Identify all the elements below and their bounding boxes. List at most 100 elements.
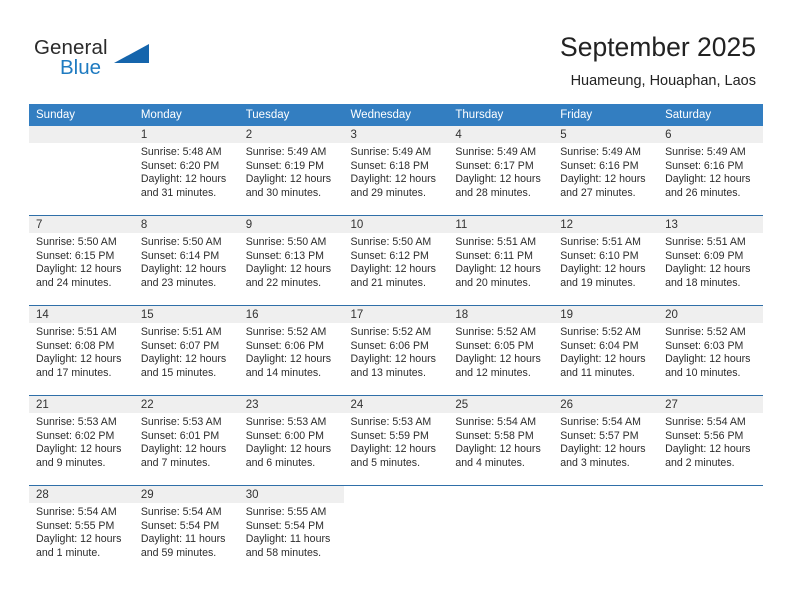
calendar-day-cell[interactable] — [29, 126, 134, 216]
sunrise-text: Sunrise: 5:50 AM — [140, 236, 222, 248]
calendar-grid: Sunday Monday Tuesday Wednesday Thursday… — [29, 104, 763, 575]
sunset-text: Sunset: 5:59 PM — [350, 429, 429, 442]
daylight-text-line1: Daylight: 12 hours — [36, 263, 122, 276]
calendar-day-cell[interactable]: 29 Sunrise: 5:54 AM Sunset: 5:54 PM Dayligh… — [133, 485, 239, 575]
sunset-text: Sunset: 6:03 PM — [665, 339, 744, 352]
daylight-text-line1: Daylight: 12 hours — [455, 173, 541, 186]
calendar-day-cell[interactable]: 23 Sunrise: 5:53 AM Sunset: 6:00 PM Dayligh… — [238, 395, 344, 486]
day-number: 23 — [238, 396, 344, 413]
day-number: 22 — [133, 396, 239, 413]
calendar-day-cell[interactable]: 27 Sunrise: 5:54 AM Sunset: 5:56 PM Dayligh… — [658, 395, 763, 486]
weekday-header-wednesday: Wednesday — [343, 104, 449, 126]
calendar-day-cell[interactable]: 6 Sunrise: 5:49 AM Sunset: 6:16 PM Daylight… — [658, 126, 763, 216]
sunrise-text: Sunrise: 5:49 AM — [245, 146, 327, 158]
day-number: 7 — [29, 216, 134, 233]
sunset-text: Sunset: 6:09 PM — [665, 249, 744, 262]
day-number: 13 — [658, 216, 763, 233]
sunset-text: Sunset: 6:05 PM — [455, 339, 534, 352]
sunset-text: Sunset: 6:11 PM — [455, 249, 533, 262]
sunset-text: Sunset: 5:54 PM — [245, 519, 325, 532]
sunrise-text: Sunrise: 5:51 AM — [665, 236, 746, 248]
calendar-day-cell[interactable]: 8 Sunrise: 5:50 AM Sunset: 6:14 PM Daylight… — [133, 215, 239, 306]
calendar-day-cell[interactable]: 1 Sunrise: 5:48 AM Sunset: 6:20 PM Daylight… — [133, 126, 239, 216]
day-number: 28 — [29, 486, 134, 503]
calendar-day-cell[interactable]: 2 Sunrise: 5:49 AM Sunset: 6:19 PM Daylight… — [238, 126, 344, 216]
day-number: 29 — [133, 486, 239, 503]
calendar-day-cell[interactable]: 28 Sunrise: 5:54 AM Sunset: 5:55 PM Dayligh… — [29, 485, 134, 575]
calendar-day-cell[interactable]: 13 Sunrise: 5:51 AM Sunset: 6:09 PM Dayligh… — [658, 215, 763, 306]
day-number: 26 — [553, 396, 659, 413]
sunrise-text: Sunrise: 5:49 AM — [350, 146, 432, 158]
sunrise-text: Sunrise: 5:49 AM — [665, 146, 746, 158]
calendar-day-cell[interactable]: 30 Sunrise: 5:55 AM Sunset: 5:54 PM Dayligh… — [238, 485, 344, 575]
sunrise-text: Sunrise: 5:51 AM — [140, 326, 222, 338]
calendar-day-cell[interactable]: 5 Sunrise: 5:49 AM Sunset: 6:16 PM Daylight… — [553, 126, 659, 216]
calendar-day-cell[interactable]: 3 Sunrise: 5:49 AM Sunset: 6:18 PM Daylight… — [343, 126, 449, 216]
calendar-day-cell[interactable]: 12 Sunrise: 5:51 AM Sunset: 6:10 PM Dayligh… — [553, 215, 659, 306]
daylight-text-line1: Daylight: 12 hours — [350, 263, 436, 276]
calendar-day-cell[interactable]: 14 Sunrise: 5:51 AM Sunset: 6:08 PM Dayligh… — [29, 305, 134, 396]
daylight-text-line1: Daylight: 12 hours — [455, 443, 541, 456]
calendar-day-cell[interactable]: 26 Sunrise: 5:54 AM Sunset: 5:57 PM Dayligh… — [553, 395, 659, 486]
calendar-day-cell[interactable] — [553, 485, 659, 575]
daylight-text-line2: and 18 minutes. — [665, 276, 741, 289]
day-details: Sunrise: 5:53 AM Sunset: 5:59 PM Daylight:… — [344, 413, 449, 470]
day-details: Sunrise: 5:53 AM Sunset: 6:01 PM Daylight:… — [134, 413, 239, 470]
daylight-text-line1: Daylight: 12 hours — [560, 353, 646, 366]
daylight-text-line1: Daylight: 11 hours — [245, 533, 331, 546]
calendar-day-cell[interactable]: 22 Sunrise: 5:53 AM Sunset: 6:01 PM Dayligh… — [133, 395, 239, 486]
day-details: Sunrise: 5:50 AM Sunset: 6:14 PM Daylight:… — [134, 233, 239, 290]
day-number: 24 — [343, 396, 449, 413]
calendar-day-cell[interactable]: 9 Sunrise: 5:50 AM Sunset: 6:13 PM Daylight… — [238, 215, 344, 306]
daylight-text-line2: and 10 minutes. — [665, 366, 741, 379]
calendar-day-cell[interactable]: 25 Sunrise: 5:54 AM Sunset: 5:58 PM Dayligh… — [448, 395, 554, 486]
calendar-day-cell[interactable]: 21 Sunrise: 5:53 AM Sunset: 6:02 PM Dayligh… — [29, 395, 134, 486]
calendar-day-cell[interactable]: 18 Sunrise: 5:52 AM Sunset: 6:05 PM Dayligh… — [448, 305, 554, 396]
day-details: Sunrise: 5:52 AM Sunset: 6:06 PM Daylight:… — [239, 323, 344, 380]
daylight-text-line2: and 17 minutes. — [36, 366, 112, 379]
calendar-day-cell[interactable]: 7 Sunrise: 5:50 AM Sunset: 6:15 PM Daylight… — [29, 215, 134, 306]
calendar-week-row: 1 Sunrise: 5:48 AM Sunset: 6:20 PM Daylight… — [29, 126, 763, 216]
day-details: Sunrise: 5:50 AM Sunset: 6:15 PM Daylight:… — [29, 233, 134, 290]
calendar-day-cell[interactable]: 24 Sunrise: 5:53 AM Sunset: 5:59 PM Dayligh… — [343, 395, 449, 486]
day-details: Sunrise: 5:51 AM Sunset: 6:10 PM Daylight:… — [553, 233, 658, 290]
general-blue-logo[interactable]: General Blue — [34, 36, 154, 84]
day-number: 4 — [448, 126, 554, 143]
sunrise-text: Sunrise: 5:50 AM — [36, 236, 117, 248]
calendar-day-cell[interactable]: 19 Sunrise: 5:52 AM Sunset: 6:04 PM Dayligh… — [553, 305, 659, 396]
day-number: 14 — [29, 306, 134, 323]
day-details: Sunrise: 5:50 AM Sunset: 6:12 PM Daylight:… — [344, 233, 449, 290]
calendar-day-cell[interactable] — [448, 485, 554, 575]
daylight-text-line2: and 12 minutes. — [455, 366, 531, 379]
sunrise-text: Sunrise: 5:52 AM — [665, 326, 746, 338]
calendar-day-cell[interactable]: 20 Sunrise: 5:52 AM Sunset: 6:03 PM Dayligh… — [658, 305, 763, 396]
calendar-day-cell[interactable]: 15 Sunrise: 5:51 AM Sunset: 6:07 PM Dayligh… — [133, 305, 239, 396]
day-details: Sunrise: 5:49 AM Sunset: 6:19 PM Daylight:… — [239, 143, 344, 200]
daylight-text-line2: and 21 minutes. — [350, 276, 426, 289]
calendar-day-cell[interactable]: 10 Sunrise: 5:50 AM Sunset: 6:12 PM Dayligh… — [343, 215, 449, 306]
sunset-text: Sunset: 6:19 PM — [245, 159, 325, 172]
sunrise-text: Sunrise: 5:54 AM — [560, 416, 641, 428]
sunset-text: Sunset: 6:13 PM — [245, 249, 325, 262]
day-details: Sunrise: 5:49 AM Sunset: 6:16 PM Daylight:… — [658, 143, 763, 200]
calendar-day-cell[interactable]: 17 Sunrise: 5:52 AM Sunset: 6:06 PM Dayligh… — [343, 305, 449, 396]
day-number: 30 — [238, 486, 344, 503]
sunset-text: Sunset: 5:55 PM — [36, 519, 115, 532]
sunrise-text: Sunrise: 5:48 AM — [140, 146, 222, 158]
calendar-day-cell[interactable]: 4 Sunrise: 5:49 AM Sunset: 6:17 PM Daylight… — [448, 126, 554, 216]
calendar-day-cell[interactable] — [658, 485, 763, 575]
day-details: Sunrise: 5:52 AM Sunset: 6:04 PM Daylight:… — [553, 323, 658, 380]
daylight-text-line2: and 20 minutes. — [455, 276, 531, 289]
calendar-day-cell[interactable]: 16 Sunrise: 5:52 AM Sunset: 6:06 PM Dayligh… — [238, 305, 344, 396]
sunrise-text: Sunrise: 5:54 AM — [140, 506, 222, 518]
day-number: 8 — [133, 216, 239, 233]
sunrise-text: Sunrise: 5:51 AM — [560, 236, 641, 248]
day-details: Sunrise: 5:49 AM Sunset: 6:18 PM Daylight:… — [344, 143, 449, 200]
calendar-day-cell[interactable]: 11 Sunrise: 5:51 AM Sunset: 6:11 PM Dayligh… — [448, 215, 554, 306]
day-number: 2 — [238, 126, 344, 143]
daylight-text-line1: Daylight: 12 hours — [245, 263, 332, 276]
sunrise-text: Sunrise: 5:53 AM — [140, 416, 222, 428]
sunrise-text: Sunrise: 5:52 AM — [455, 326, 537, 338]
sunrise-text: Sunrise: 5:54 AM — [36, 506, 117, 518]
calendar-day-cell[interactable] — [343, 485, 449, 575]
